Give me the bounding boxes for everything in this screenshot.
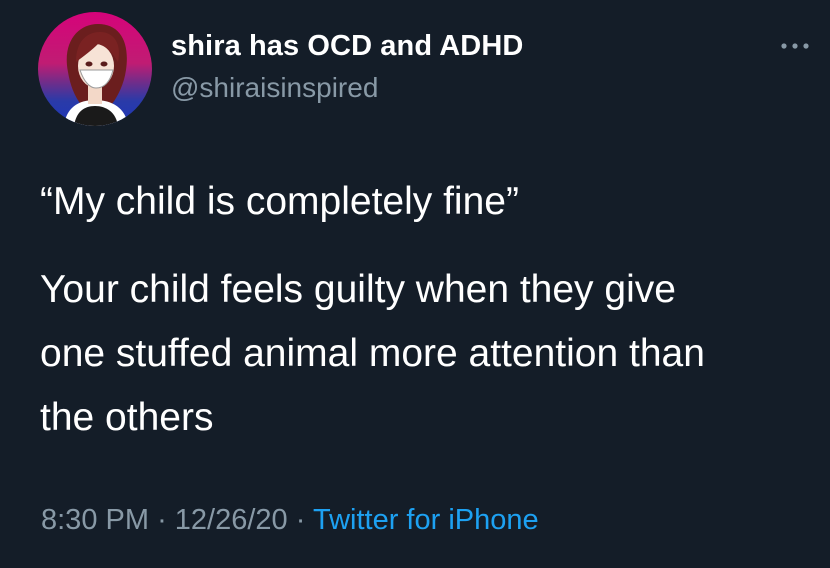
avatar[interactable]: [38, 12, 152, 126]
tweet-text-line: Your child feels guilty when they give: [40, 268, 676, 311]
tweet-text-line: the others: [40, 396, 214, 439]
tweet-source-link[interactable]: Twitter for iPhone: [313, 504, 539, 536]
display-name[interactable]: shira has OCD and ADHD: [171, 30, 523, 63]
tweet-date[interactable]: 12/26/20: [175, 504, 288, 536]
tweet-text-line: one stuffed animal more attention than: [40, 332, 705, 375]
meta-separator: ·: [295, 504, 306, 536]
tweet-text-body: Your child feels guilty when they give o…: [40, 258, 820, 450]
user-handle[interactable]: @shiraisinspired: [171, 72, 378, 104]
tweet-card: shira has OCD and ADHD @shiraisinspired …: [0, 0, 830, 568]
tweet-time[interactable]: 8:30 PM: [41, 504, 149, 536]
meta-separator: ·: [157, 504, 167, 536]
tweet-text-quote: “My child is completely fine”: [40, 180, 519, 223]
tweet-metadata: 8:30 PM · 12/26/20 · Twitter for iPhone: [41, 504, 539, 537]
more-horizontal-icon[interactable]: [778, 36, 812, 56]
